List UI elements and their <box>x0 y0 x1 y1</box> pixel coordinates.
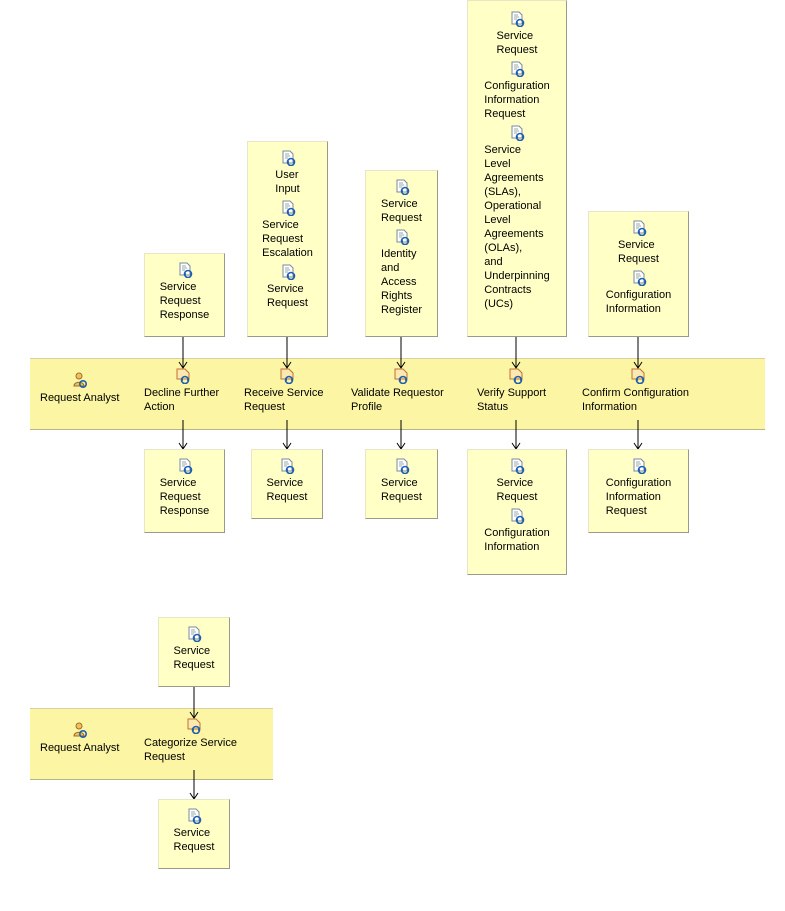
artifact-icon <box>633 270 646 286</box>
artifact-icon <box>511 508 525 524</box>
artifact-label: Service Request <box>381 198 422 224</box>
role-icon <box>73 372 87 388</box>
role-label: Request Analyst <box>40 392 120 404</box>
input-artifacts[interactable]: Service Request Identity and Access Right… <box>365 170 438 337</box>
artifact-item: Service Request <box>366 458 437 504</box>
artifact-icon <box>396 179 409 195</box>
task-icon <box>631 368 645 384</box>
output-artifacts[interactable]: Service Request <box>251 449 323 519</box>
task-1[interactable]: Receive Service Request <box>244 368 323 414</box>
role-0[interactable]: Request Analyst <box>40 372 120 404</box>
task-label: Confirm Configuration Information <box>582 387 689 413</box>
artifact-label: Service Request <box>496 30 538 56</box>
artifact-item: Configuration Information Request <box>468 61 566 121</box>
artifact-icon <box>179 458 192 474</box>
artifact-item: Identity and Access Rights Register <box>366 229 437 317</box>
artifact-label: Service Request <box>267 283 308 309</box>
input-artifacts[interactable]: User Input Service Request Escalation Serv… <box>247 141 328 337</box>
artifact-label: Service Request <box>173 827 215 853</box>
artifact-item: Configuration Information Request <box>589 458 688 518</box>
artifact-item: Configuration Information <box>589 270 688 316</box>
input-artifacts[interactable]: Service Request Configuration Information… <box>467 0 567 337</box>
artifact-item: Service Request <box>159 808 229 854</box>
artifact-label: Configuration Information Request <box>605 477 672 517</box>
artifact-item: Service Request <box>366 179 437 225</box>
output-artifacts[interactable]: Service Request Response <box>144 449 225 533</box>
artifact-icon <box>282 264 295 280</box>
artifact-label: Service Request <box>381 477 422 503</box>
artifact-label: Service Request Response <box>159 281 210 321</box>
artifact-item: Service Request <box>589 220 688 266</box>
task-icon <box>187 718 201 734</box>
artifact-item: Service Request Escalation <box>248 200 327 260</box>
artifact-item: Service Request Response <box>145 262 224 322</box>
artifact-item: Service Level Agreements (SLAs), Operati… <box>468 125 566 311</box>
artifact-item: Configuration Information <box>468 508 566 554</box>
artifact-icon <box>188 626 202 642</box>
task-label: Verify Support Status <box>477 387 547 413</box>
input-artifacts[interactable]: Service Request Configuration Information <box>588 211 689 337</box>
task-4[interactable]: Confirm Configuration Information <box>582 368 689 414</box>
artifact-icon <box>511 125 525 141</box>
artifact-item: Service Request <box>252 458 322 504</box>
role-icon <box>73 722 87 738</box>
task-label: Receive Service Request <box>244 387 324 413</box>
input-artifacts[interactable]: Service Request Response <box>144 253 225 337</box>
task-icon <box>176 368 190 384</box>
artifact-icon <box>633 458 646 474</box>
artifact-item: Service Request Response <box>145 458 224 518</box>
role-label: Request Analyst <box>40 742 120 754</box>
task-icon <box>280 368 294 384</box>
artifact-item: Service Request <box>468 11 566 57</box>
output-artifacts[interactable]: Service Request Configuration Information <box>467 449 567 575</box>
output-artifacts[interactable]: Configuration Information Request <box>588 449 689 533</box>
task-label: Decline Further Action <box>144 387 220 413</box>
artifact-icon <box>282 200 295 216</box>
artifact-label: Configuration Information <box>484 527 550 553</box>
artifact-item: Service Request <box>468 458 566 504</box>
output-artifacts[interactable]: Service Request <box>158 799 230 869</box>
task-icon <box>394 368 408 384</box>
task-3[interactable]: Verify Support Status <box>477 368 546 414</box>
artifact-label: Service Request <box>618 239 659 265</box>
artifact-label: Identity and Access Rights Register <box>381 248 422 316</box>
task-0[interactable]: Decline Further Action <box>144 368 219 414</box>
task-2[interactable]: Validate Requestor Profile <box>351 368 444 414</box>
artifact-label: Service Request <box>266 477 308 503</box>
artifact-item: User Input <box>248 150 327 196</box>
artifact-label: Service Request <box>496 477 538 503</box>
artifact-item: Service Request <box>248 264 327 310</box>
artifact-label: User Input <box>275 169 300 195</box>
artifact-label: Service Request Escalation <box>262 219 313 259</box>
artifact-icon <box>281 458 295 474</box>
output-artifacts[interactable]: Service Request <box>365 449 438 519</box>
artifact-icon <box>396 458 409 474</box>
artifact-icon <box>511 458 525 474</box>
task-icon <box>509 368 523 384</box>
task-0[interactable]: Categorize Service Request <box>144 718 237 764</box>
artifact-icon <box>188 808 202 824</box>
task-label: Categorize Service Request <box>144 737 237 763</box>
artifact-item: Service Request <box>159 626 229 672</box>
artifact-icon <box>282 150 295 166</box>
artifact-label: Service Request <box>173 645 215 671</box>
role-1[interactable]: Request Analyst <box>40 722 120 754</box>
artifact-label: Service Request Response <box>159 477 210 517</box>
input-artifacts[interactable]: Service Request <box>158 617 230 687</box>
artifact-icon <box>179 262 192 278</box>
task-label: Validate Requestor Profile <box>351 387 444 413</box>
artifact-label: Configuration Information <box>605 289 672 315</box>
artifact-label: Configuration Information Request <box>484 80 550 120</box>
artifact-icon <box>511 61 525 77</box>
artifact-label: Service Level Agreements (SLAs), Operati… <box>484 144 550 310</box>
artifact-icon <box>396 229 409 245</box>
artifact-icon <box>633 220 646 236</box>
artifact-icon <box>511 11 525 27</box>
